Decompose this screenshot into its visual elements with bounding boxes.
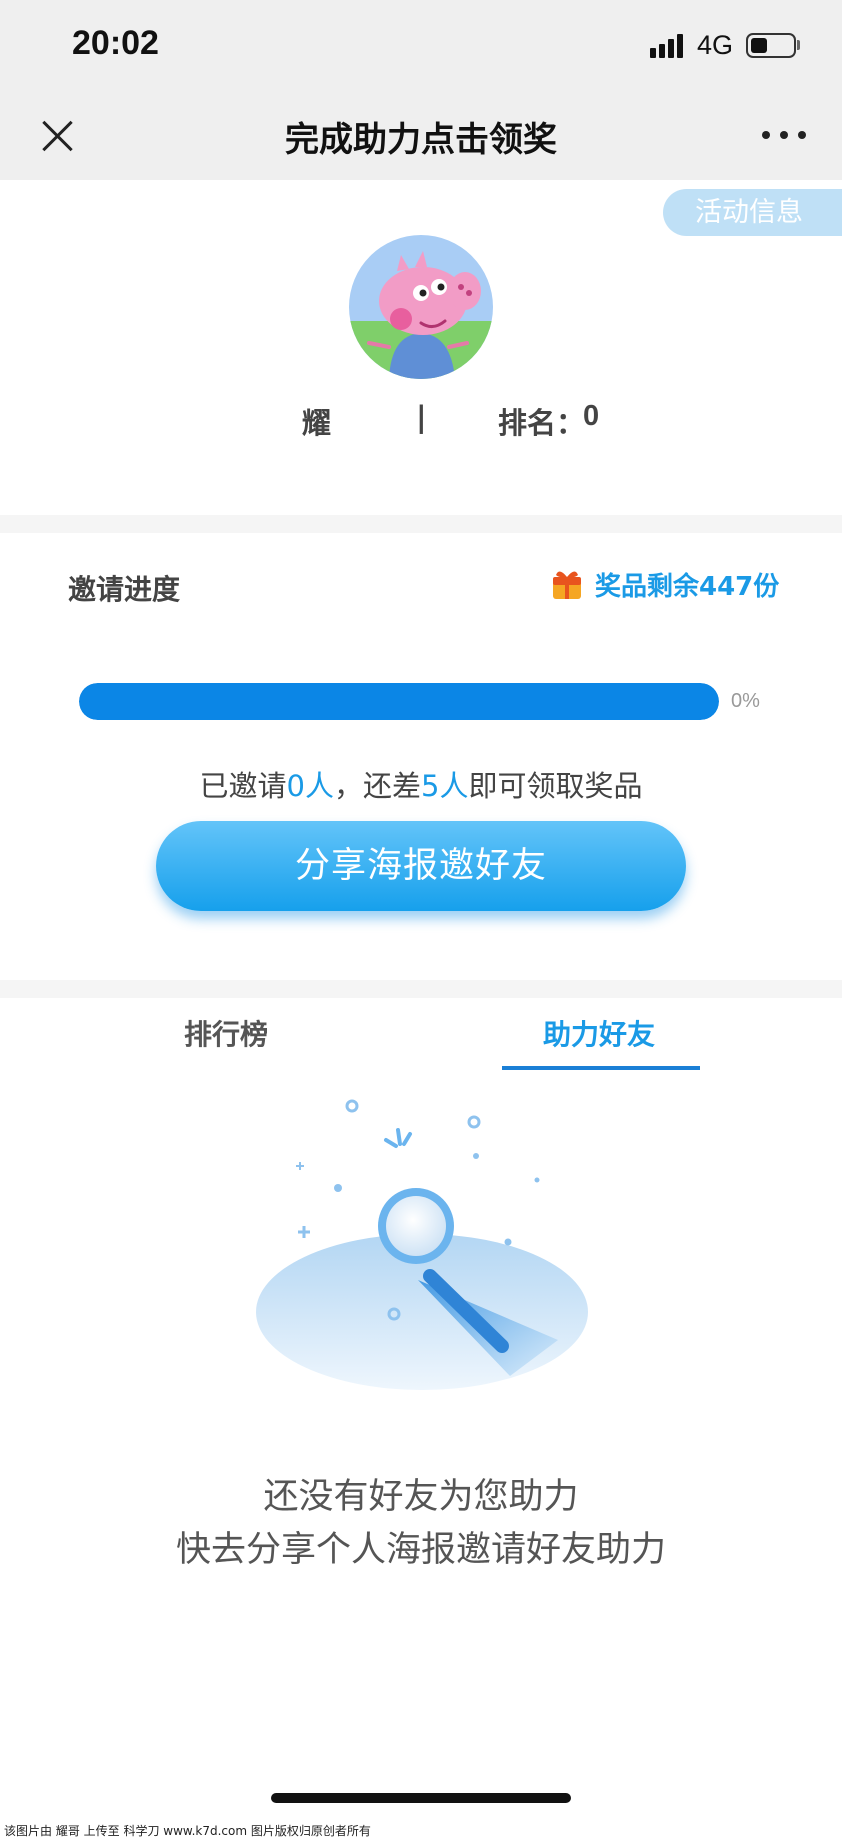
tab-ranking[interactable]: 排行榜	[184, 1013, 268, 1053]
invite-status-middle: ，还差	[333, 769, 421, 803]
invite-status-suffix: 即可领取奖品	[468, 769, 643, 803]
share-poster-button[interactable]: 分享海报邀好友	[156, 821, 686, 911]
rank-value: 0	[583, 400, 600, 432]
status-bar: 20:02 4G	[0, 0, 842, 90]
watermark-text: 该图片由 耀哥 上传至 科学刀 www.k7d.com 图片版权归原创者所有	[0, 1823, 842, 1839]
prize-remaining: 奖品剩余447份	[595, 572, 780, 602]
more-icon[interactable]	[762, 128, 806, 142]
battery-level	[751, 38, 767, 53]
invite-status: 已邀请0人，还差5人即可领取奖品	[0, 763, 842, 805]
status-time: 20:02	[72, 24, 159, 62]
invite-status-prefix: 已邀请	[199, 769, 287, 803]
rank-label: 排名：	[498, 406, 586, 440]
home-indicator[interactable]	[271, 1793, 571, 1803]
empty-state-title: 还没有好友为您助力	[263, 1477, 579, 1517]
avatar-peppa-pig-icon	[349, 235, 493, 379]
invite-progress-title: 邀请进度	[68, 573, 181, 606]
network-label: 4G	[697, 30, 734, 60]
signal-icon	[650, 34, 686, 58]
profile-name: 耀	[302, 406, 332, 440]
section-divider	[0, 515, 842, 533]
section-divider	[0, 980, 842, 998]
empty-state-subtitle: 快去分享个人海报邀请好友助力	[175, 1530, 666, 1570]
remaining-count: 5人	[421, 769, 469, 803]
page-title: 完成助力点击领奖	[285, 120, 557, 160]
nav-bar: 完成助力点击领奖	[0, 90, 842, 180]
tab-helper-friends[interactable]: 助力好友	[543, 1013, 655, 1053]
profile-separator: |	[416, 400, 427, 434]
invited-count: 0人	[286, 769, 334, 803]
activity-info-button[interactable]: 活动信息	[663, 189, 842, 236]
progress-fill	[79, 683, 719, 720]
battery-icon	[746, 33, 796, 58]
battery-cap	[797, 40, 800, 50]
avatar	[349, 235, 493, 379]
magnifier-empty-icon	[240, 1090, 600, 1410]
gift-box-icon	[553, 569, 581, 599]
invite-progress-bar	[79, 683, 719, 720]
active-tab-indicator	[502, 1066, 700, 1070]
progress-percent: 0%	[731, 690, 760, 712]
